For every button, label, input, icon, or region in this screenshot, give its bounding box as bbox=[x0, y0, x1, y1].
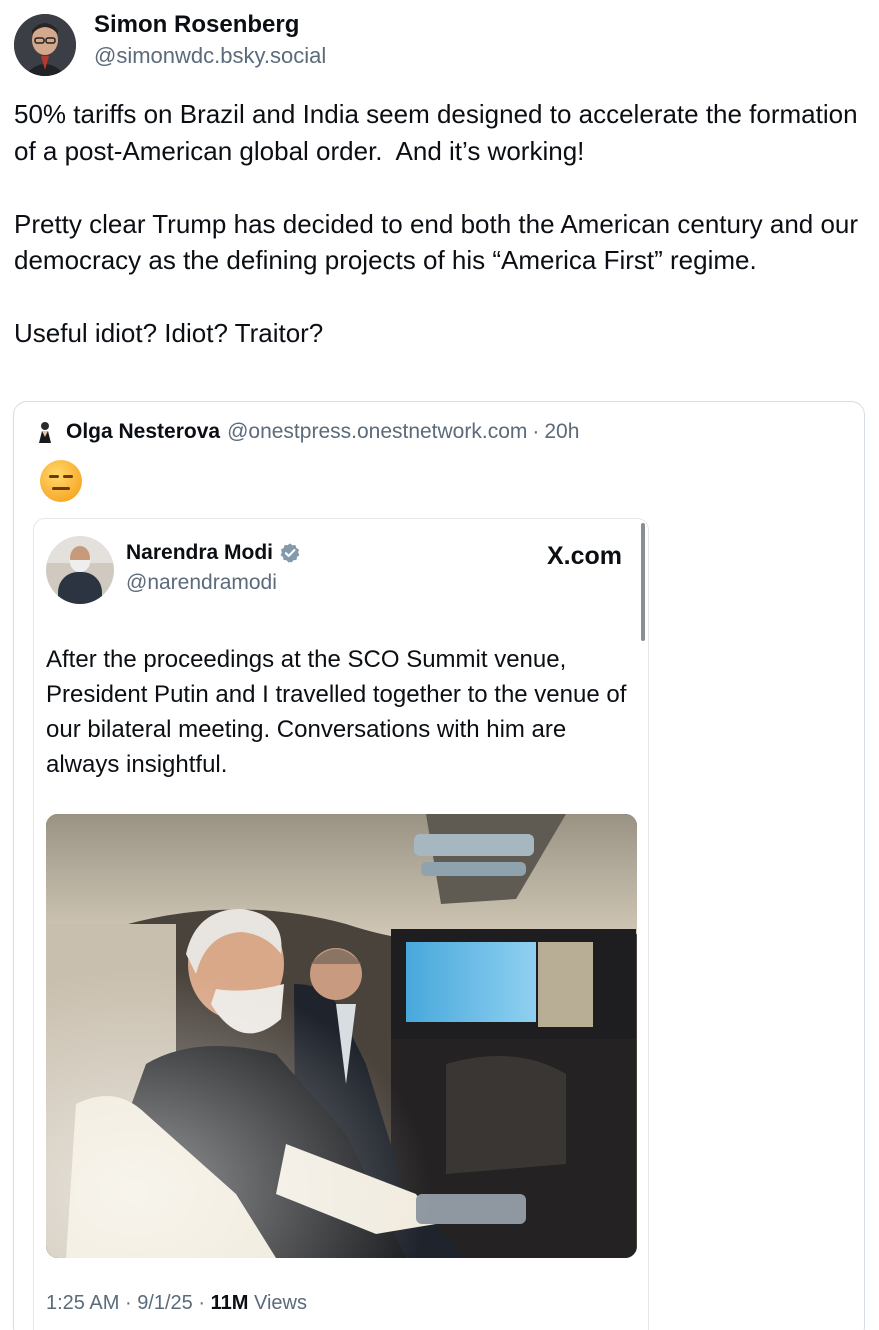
tweet-footer: 1:25 AM · 9/1/25 · 11M Views bbox=[46, 1292, 307, 1315]
quoted-separator: · bbox=[532, 420, 540, 443]
views-count: 11M bbox=[210, 1292, 249, 1314]
quoted-timestamp[interactable]: 20h bbox=[544, 420, 579, 444]
tweet-photo[interactable] bbox=[46, 814, 637, 1258]
emoji-eye-right bbox=[63, 475, 73, 478]
emoji-eye-left bbox=[49, 475, 59, 478]
views-label: Views bbox=[253, 1292, 307, 1314]
tweet-author-handle[interactable]: @narendramodi bbox=[126, 571, 277, 595]
post-author[interactable]: Simon Rosenberg @simonwdc.bsky.social bbox=[14, 11, 326, 76]
verified-badge-icon bbox=[280, 543, 300, 563]
post-text: 50% tariffs on Brazil and India seem des… bbox=[14, 99, 859, 348]
quoted-author-handle[interactable]: @onestpress.onestnetwork.com bbox=[227, 420, 527, 444]
emoji-mouth bbox=[52, 487, 70, 490]
avatar-photo bbox=[14, 14, 76, 76]
footer-separator-2: · bbox=[198, 1292, 206, 1314]
author-avatar[interactable] bbox=[14, 14, 76, 76]
quoted-author-avatar[interactable] bbox=[36, 421, 54, 443]
tweet-time[interactable]: 1:25 AM bbox=[46, 1292, 119, 1314]
avatar-beard bbox=[70, 560, 90, 572]
quoted-post-header: Olga Nesterova @onestpress.onestnetwork.… bbox=[36, 420, 579, 444]
quoted-author-name[interactable]: Olga Nesterova bbox=[66, 420, 220, 444]
embedded-tweet[interactable]: Narendra Modi @narendramodi X.com After … bbox=[33, 518, 649, 1330]
quoted-post-card[interactable]: Olga Nesterova @onestpress.onestnetwork.… bbox=[13, 401, 865, 1330]
tweet-date[interactable]: 9/1/25 bbox=[137, 1292, 193, 1314]
x-com-logo[interactable]: X.com bbox=[547, 542, 622, 571]
car-interior-photo bbox=[46, 814, 637, 1258]
tweet-scrollbar[interactable] bbox=[641, 523, 645, 641]
expressionless-face-icon bbox=[40, 460, 82, 502]
tweet-author-name[interactable]: Narendra Modi bbox=[126, 541, 273, 565]
author-handle[interactable]: @simonwdc.bsky.social bbox=[94, 41, 326, 71]
tweet-text: After the proceedings at the SCO Summit … bbox=[46, 646, 627, 778]
tweet-author-name-row: Narendra Modi bbox=[126, 541, 301, 565]
tweet-author-avatar[interactable] bbox=[46, 536, 114, 604]
footer-separator-1: · bbox=[124, 1292, 132, 1314]
avatar-body bbox=[58, 572, 102, 604]
author-name[interactable]: Simon Rosenberg bbox=[94, 9, 326, 41]
